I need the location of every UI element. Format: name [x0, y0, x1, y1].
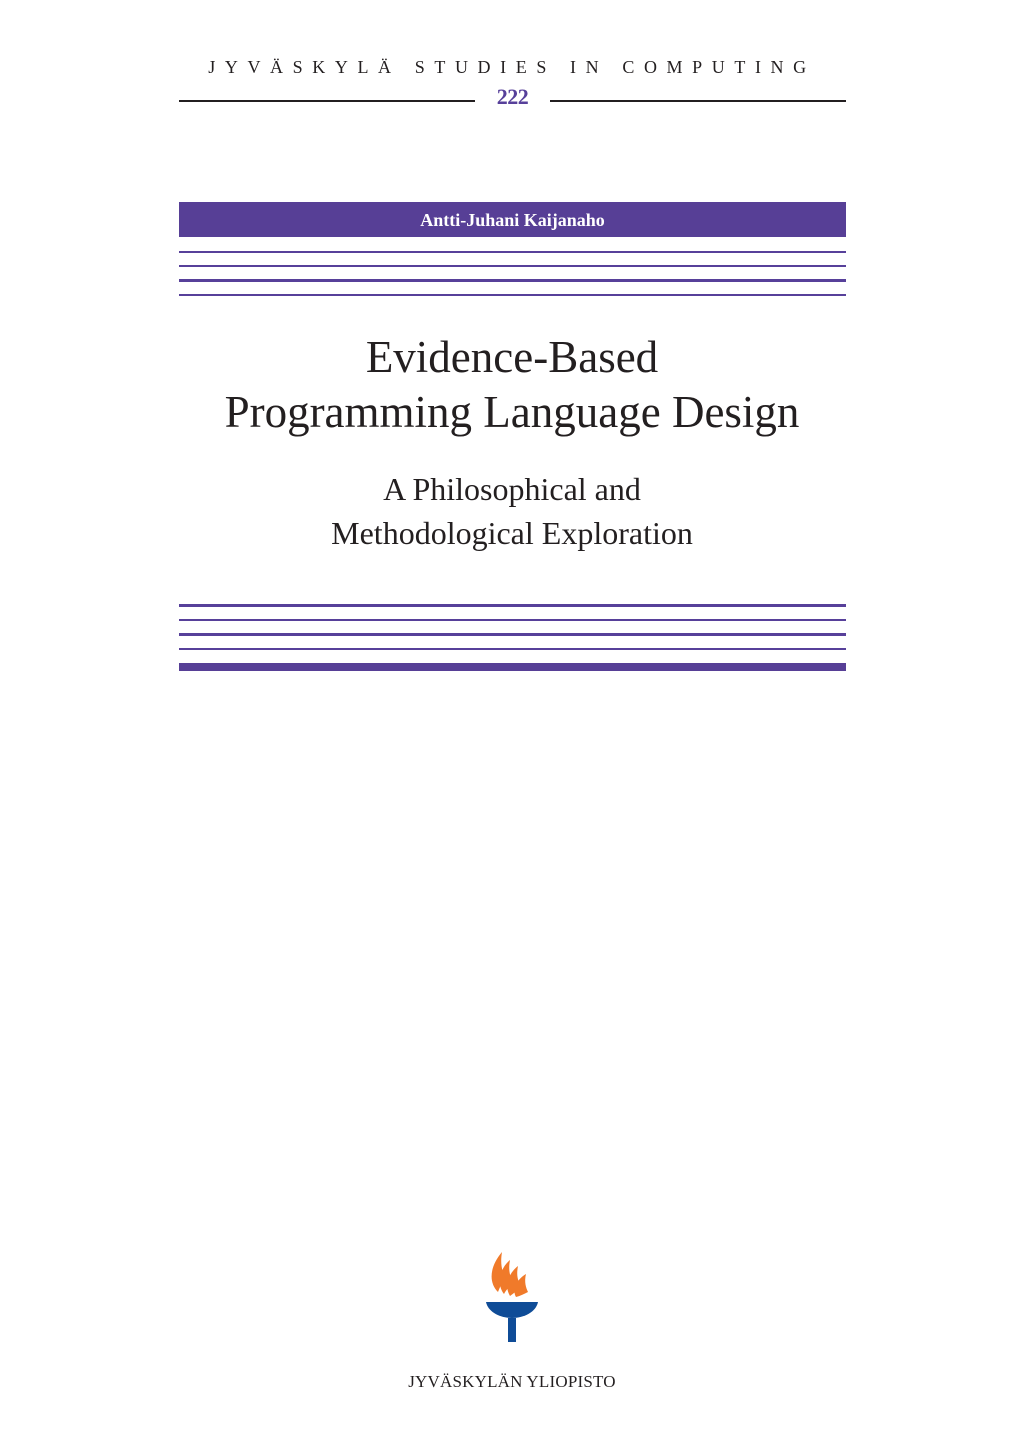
lower-rule-3	[179, 633, 846, 636]
publisher-name: JYVÄSKYLÄN YLIOPISTO	[408, 1372, 616, 1391]
lower-rule-thick	[179, 663, 846, 671]
flame-icon	[491, 1252, 528, 1297]
upper-rule-3	[179, 279, 846, 282]
title-line: Programming Language Design	[224, 387, 800, 437]
series-title: JYVÄSKYLÄ STUDIES IN COMPUTING	[208, 57, 816, 77]
torch-handle	[508, 1318, 516, 1342]
upper-rule-4	[179, 294, 846, 296]
book-title: Evidence-Based Programming Language Desi…	[150, 330, 874, 440]
torch-icon	[480, 1242, 544, 1342]
bowl-icon	[486, 1302, 538, 1318]
series-rule-left	[179, 100, 475, 102]
lower-rule-1	[179, 604, 846, 607]
lower-rule-4	[179, 648, 846, 650]
lower-rule-2	[179, 619, 846, 621]
series-rule-right	[550, 100, 846, 102]
upper-rule-1	[179, 251, 846, 253]
author-bar: Antti-Juhani Kaijanaho	[179, 202, 846, 237]
subtitle-line: Methodological Exploration	[331, 515, 693, 551]
author-name: Antti-Juhani Kaijanaho	[420, 210, 605, 230]
subtitle-line: A Philosophical and	[383, 471, 641, 507]
upper-rule-2	[179, 265, 846, 267]
title-line: Evidence-Based	[365, 332, 659, 382]
series-number: 222	[496, 84, 529, 109]
book-subtitle: A Philosophical and Methodological Explo…	[150, 467, 874, 555]
